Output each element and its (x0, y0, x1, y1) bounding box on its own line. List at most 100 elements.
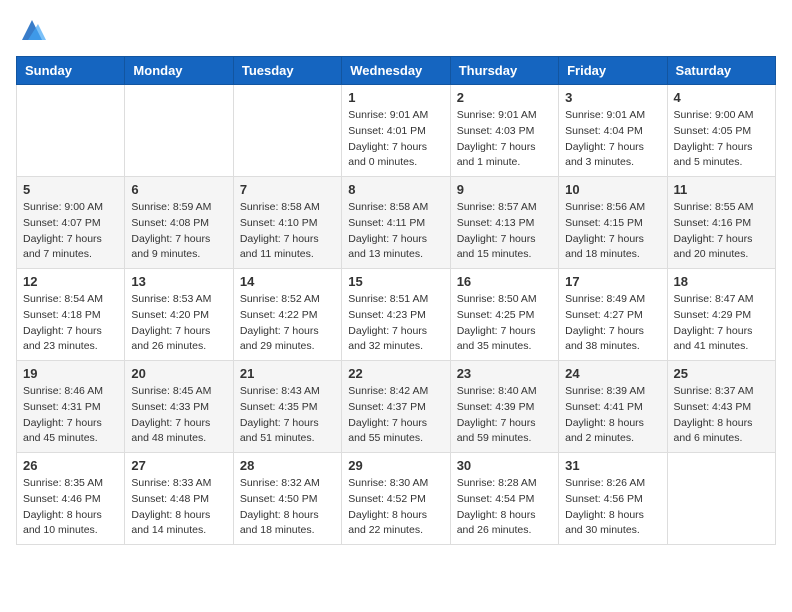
day-info: Sunrise: 8:35 AMSunset: 4:46 PMDaylight:… (23, 476, 118, 539)
calendar-cell: 20 Sunrise: 8:45 AMSunset: 4:33 PMDayligh… (125, 361, 233, 453)
day-number: 22 (348, 366, 443, 381)
calendar-cell: 21 Sunrise: 8:43 AMSunset: 4:35 PMDayligh… (233, 361, 341, 453)
day-info: Sunrise: 8:56 AMSunset: 4:15 PMDaylight:… (565, 200, 660, 263)
day-number: 15 (348, 274, 443, 289)
day-number: 26 (23, 458, 118, 473)
day-number: 6 (131, 182, 226, 197)
calendar-cell: 2 Sunrise: 9:01 AMSunset: 4:03 PMDaylight… (450, 85, 558, 177)
calendar-cell: 6 Sunrise: 8:59 AMSunset: 4:08 PMDaylight… (125, 177, 233, 269)
day-info: Sunrise: 8:52 AMSunset: 4:22 PMDaylight:… (240, 292, 335, 355)
calendar-cell: 9 Sunrise: 8:57 AMSunset: 4:13 PMDaylight… (450, 177, 558, 269)
day-number: 5 (23, 182, 118, 197)
day-number: 9 (457, 182, 552, 197)
calendar-cell (125, 85, 233, 177)
day-number: 16 (457, 274, 552, 289)
calendar-week-1: 1 Sunrise: 9:01 AMSunset: 4:01 PMDaylight… (17, 85, 776, 177)
day-info: Sunrise: 8:47 AMSunset: 4:29 PMDaylight:… (674, 292, 769, 355)
day-info: Sunrise: 8:32 AMSunset: 4:50 PMDaylight:… (240, 476, 335, 539)
calendar-cell: 29 Sunrise: 8:30 AMSunset: 4:52 PMDayligh… (342, 453, 450, 545)
calendar-cell: 4 Sunrise: 9:00 AMSunset: 4:05 PMDaylight… (667, 85, 775, 177)
day-number: 2 (457, 90, 552, 105)
calendar-cell: 11Sunrise: 8:55 AMSunset: 4:16 PMDayligh… (667, 177, 775, 269)
calendar-cell: 28 Sunrise: 8:32 AMSunset: 4:50 PMDayligh… (233, 453, 341, 545)
day-number: 7 (240, 182, 335, 197)
calendar-cell: 27Sunrise: 8:33 AMSunset: 4:48 PMDayligh… (125, 453, 233, 545)
calendar-cell: 18Sunrise: 8:47 AMSunset: 4:29 PMDayligh… (667, 269, 775, 361)
calendar-cell: 8 Sunrise: 8:58 AMSunset: 4:11 PMDaylight… (342, 177, 450, 269)
weekday-header-saturday: Saturday (667, 57, 775, 85)
day-number: 31 (565, 458, 660, 473)
day-info: Sunrise: 8:51 AMSunset: 4:23 PMDaylight:… (348, 292, 443, 355)
day-info: Sunrise: 8:43 AMSunset: 4:35 PMDaylight:… (240, 384, 335, 447)
calendar-cell: 25 Sunrise: 8:37 AMSunset: 4:43 PMDayligh… (667, 361, 775, 453)
calendar-cell: 26 Sunrise: 8:35 AMSunset: 4:46 PMDayligh… (17, 453, 125, 545)
calendar-week-4: 19Sunrise: 8:46 AMSunset: 4:31 PMDayligh… (17, 361, 776, 453)
day-info: Sunrise: 8:46 AMSunset: 4:31 PMDaylight:… (23, 384, 118, 447)
calendar-cell: 7Sunrise: 8:58 AMSunset: 4:10 PMDaylight… (233, 177, 341, 269)
calendar-cell: 16 Sunrise: 8:50 AMSunset: 4:25 PMDayligh… (450, 269, 558, 361)
logo (16, 16, 46, 44)
day-number: 17 (565, 274, 660, 289)
calendar-cell: 12Sunrise: 8:54 AMSunset: 4:18 PMDayligh… (17, 269, 125, 361)
day-number: 20 (131, 366, 226, 381)
weekday-header-thursday: Thursday (450, 57, 558, 85)
calendar-cell: 24Sunrise: 8:39 AMSunset: 4:41 PMDayligh… (559, 361, 667, 453)
calendar-week-2: 5 Sunrise: 9:00 AMSunset: 4:07 PMDaylight… (17, 177, 776, 269)
day-info: Sunrise: 8:40 AMSunset: 4:39 PMDaylight:… (457, 384, 552, 447)
day-number: 1 (348, 90, 443, 105)
calendar-cell: 5 Sunrise: 9:00 AMSunset: 4:07 PMDaylight… (17, 177, 125, 269)
day-info: Sunrise: 8:49 AMSunset: 4:27 PMDaylight:… (565, 292, 660, 355)
calendar-week-3: 12Sunrise: 8:54 AMSunset: 4:18 PMDayligh… (17, 269, 776, 361)
day-number: 24 (565, 366, 660, 381)
day-info: Sunrise: 8:37 AMSunset: 4:43 PMDaylight:… (674, 384, 769, 447)
calendar-cell: 14 Sunrise: 8:52 AMSunset: 4:22 PMDayligh… (233, 269, 341, 361)
calendar-cell (233, 85, 341, 177)
calendar-cell: 19Sunrise: 8:46 AMSunset: 4:31 PMDayligh… (17, 361, 125, 453)
weekday-header-sunday: Sunday (17, 57, 125, 85)
calendar-cell: 15 Sunrise: 8:51 AMSunset: 4:23 PMDayligh… (342, 269, 450, 361)
day-info: Sunrise: 8:58 AMSunset: 4:11 PMDaylight:… (348, 200, 443, 263)
calendar-week-5: 26 Sunrise: 8:35 AMSunset: 4:46 PMDayligh… (17, 453, 776, 545)
calendar-cell: 30Sunrise: 8:28 AMSunset: 4:54 PMDayligh… (450, 453, 558, 545)
calendar-cell: 23 Sunrise: 8:40 AMSunset: 4:39 PMDayligh… (450, 361, 558, 453)
page-header (16, 16, 776, 44)
day-number: 8 (348, 182, 443, 197)
day-number: 25 (674, 366, 769, 381)
calendar-cell: 3Sunrise: 9:01 AMSunset: 4:04 PMDaylight… (559, 85, 667, 177)
day-info: Sunrise: 8:59 AMSunset: 4:08 PMDaylight:… (131, 200, 226, 263)
weekday-header-friday: Friday (559, 57, 667, 85)
calendar-cell: 31 Sunrise: 8:26 AMSunset: 4:56 PMDayligh… (559, 453, 667, 545)
day-info: Sunrise: 9:01 AMSunset: 4:01 PMDaylight:… (348, 108, 443, 171)
day-number: 29 (348, 458, 443, 473)
day-number: 28 (240, 458, 335, 473)
logo-icon (18, 16, 46, 44)
calendar-cell (17, 85, 125, 177)
calendar-cell (667, 453, 775, 545)
day-number: 21 (240, 366, 335, 381)
day-info: Sunrise: 8:53 AMSunset: 4:20 PMDaylight:… (131, 292, 226, 355)
day-number: 12 (23, 274, 118, 289)
calendar-cell: 13Sunrise: 8:53 AMSunset: 4:20 PMDayligh… (125, 269, 233, 361)
calendar-table: SundayMondayTuesdayWednesdayThursdayFrid… (16, 56, 776, 545)
weekday-header-row: SundayMondayTuesdayWednesdayThursdayFrid… (17, 57, 776, 85)
day-number: 23 (457, 366, 552, 381)
day-info: Sunrise: 8:57 AMSunset: 4:13 PMDaylight:… (457, 200, 552, 263)
day-info: Sunrise: 9:00 AMSunset: 4:05 PMDaylight:… (674, 108, 769, 171)
day-info: Sunrise: 9:00 AMSunset: 4:07 PMDaylight:… (23, 200, 118, 263)
calendar-body: 1 Sunrise: 9:01 AMSunset: 4:01 PMDaylight… (17, 85, 776, 545)
calendar-cell: 22Sunrise: 8:42 AMSunset: 4:37 PMDayligh… (342, 361, 450, 453)
day-number: 14 (240, 274, 335, 289)
day-number: 11 (674, 182, 769, 197)
calendar-cell: 17 Sunrise: 8:49 AMSunset: 4:27 PMDayligh… (559, 269, 667, 361)
day-info: Sunrise: 9:01 AMSunset: 4:03 PMDaylight:… (457, 108, 552, 171)
day-info: Sunrise: 8:50 AMSunset: 4:25 PMDaylight:… (457, 292, 552, 355)
day-number: 27 (131, 458, 226, 473)
day-info: Sunrise: 8:45 AMSunset: 4:33 PMDaylight:… (131, 384, 226, 447)
day-info: Sunrise: 8:26 AMSunset: 4:56 PMDaylight:… (565, 476, 660, 539)
day-number: 4 (674, 90, 769, 105)
day-number: 10 (565, 182, 660, 197)
day-info: Sunrise: 8:30 AMSunset: 4:52 PMDaylight:… (348, 476, 443, 539)
day-info: Sunrise: 8:28 AMSunset: 4:54 PMDaylight:… (457, 476, 552, 539)
weekday-header-tuesday: Tuesday (233, 57, 341, 85)
calendar-cell: 1 Sunrise: 9:01 AMSunset: 4:01 PMDaylight… (342, 85, 450, 177)
